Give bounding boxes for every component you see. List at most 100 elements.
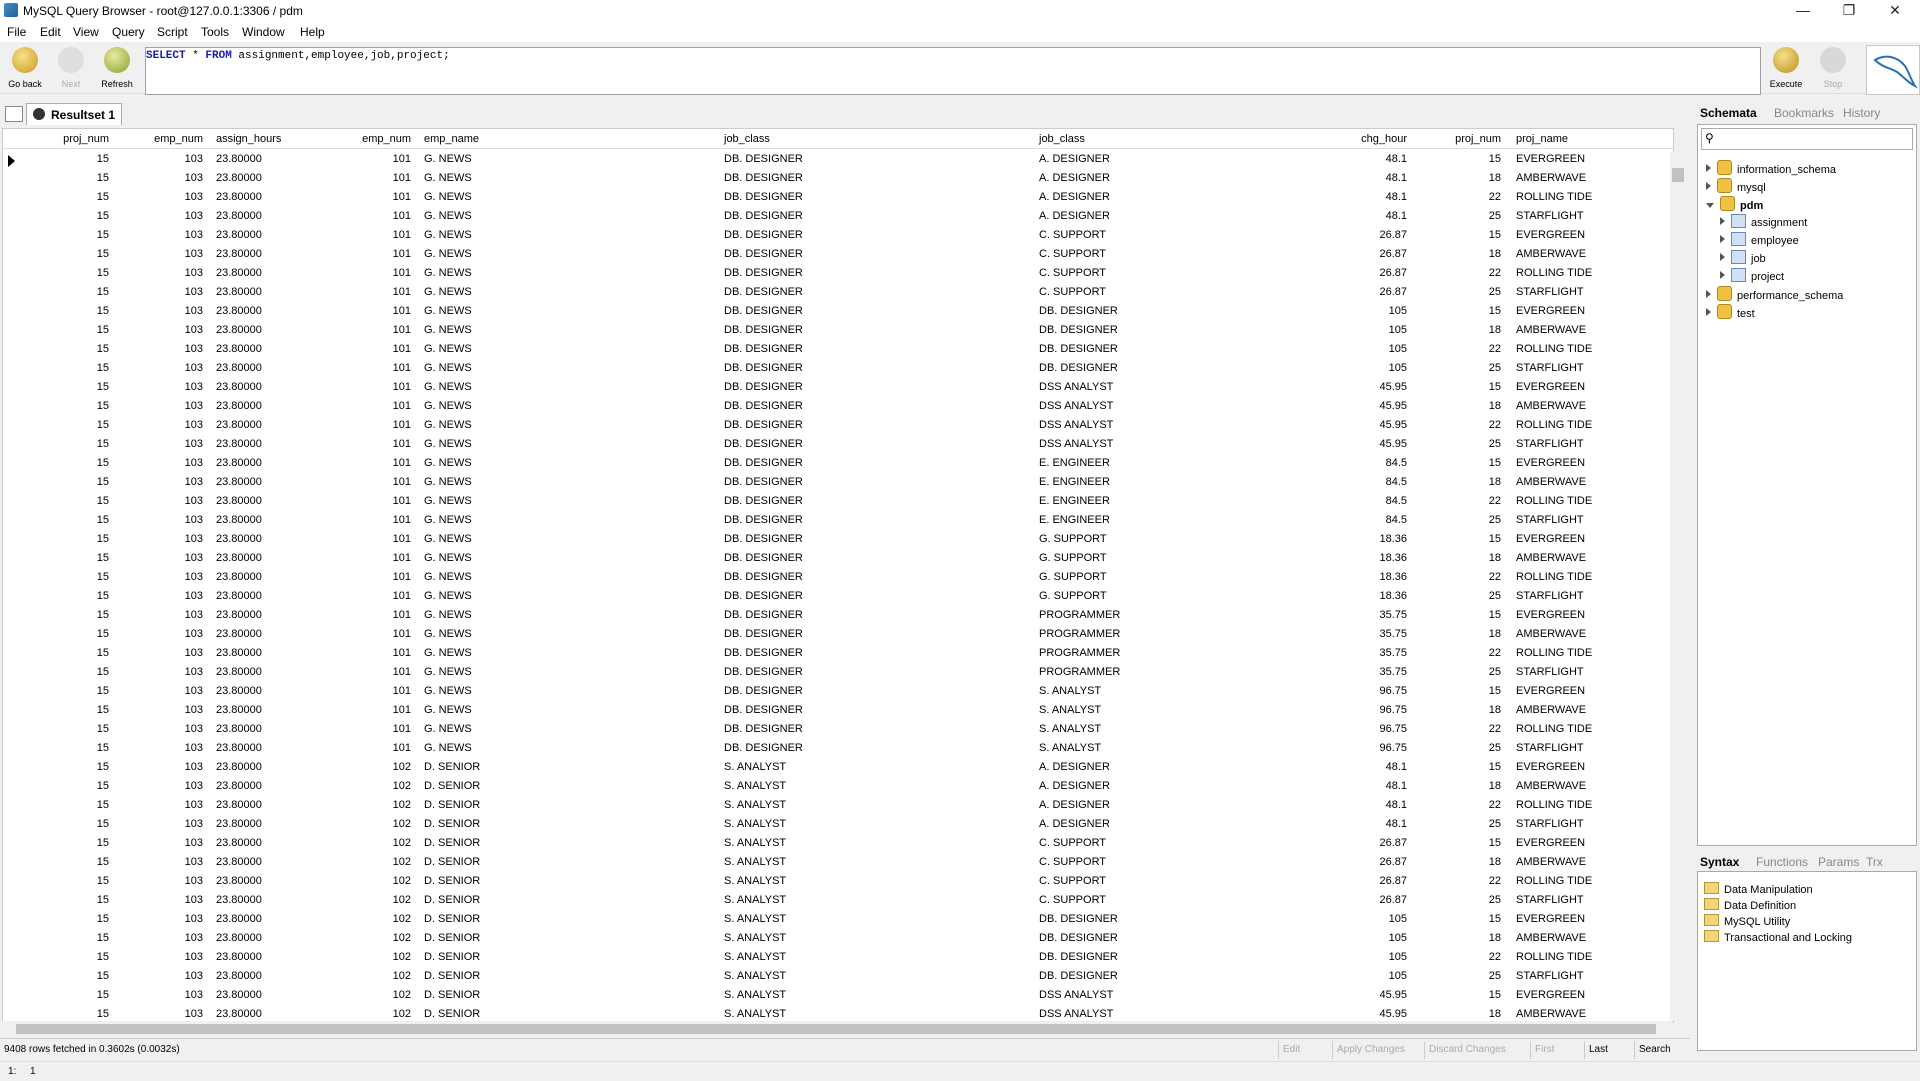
cell-proj-num-2[interactable]: 18 [1423, 1008, 1501, 1020]
cell-proj-name[interactable]: AMBERWAVE [1516, 324, 1586, 336]
cell-emp-num[interactable]: 103 [113, 856, 203, 868]
cell-assign-hours[interactable]: 23.80000 [216, 571, 262, 583]
cell-proj-num-2[interactable]: 18 [1423, 400, 1501, 412]
cell-proj-name[interactable]: EVERGREEN [1516, 685, 1585, 697]
cell-assign-hours[interactable]: 23.80000 [216, 362, 262, 374]
cell-job-class-2[interactable]: E. ENGINEER [1039, 457, 1110, 469]
cell-emp-name[interactable]: G. NEWS [424, 704, 472, 716]
cell-emp-name[interactable]: G. NEWS [424, 457, 472, 469]
cell-chg-hour[interactable]: 48.1 [1303, 818, 1407, 830]
cell-chg-hour[interactable]: 35.75 [1303, 609, 1407, 621]
cell-emp-name[interactable]: G. NEWS [424, 476, 472, 488]
cell-proj-num-2[interactable]: 22 [1423, 951, 1501, 963]
cell-proj-num[interactable]: 15 [15, 362, 109, 374]
cell-proj-name[interactable]: ROLLING TIDE [1516, 723, 1592, 735]
table-row[interactable]: 15 103 23.80000 101 G. NEWS DB. DESIGNER E. EN… [3, 492, 1673, 511]
new-tab-icon[interactable] [5, 106, 23, 122]
cell-emp-name[interactable]: G. NEWS [424, 552, 472, 564]
cell-assign-hours[interactable]: 23.80000 [216, 286, 262, 298]
cell-emp-name[interactable]: G. NEWS [424, 267, 472, 279]
cell-emp-name[interactable]: G. NEWS [424, 400, 472, 412]
cell-proj-num-2[interactable]: 15 [1423, 305, 1501, 317]
table-row[interactable]: 15 103 23.80000 101 G. NEWS DB. DESIGNER A. DE… [3, 150, 1673, 169]
cell-job-class-2[interactable]: C. SUPPORT [1039, 837, 1106, 849]
cell-assign-hours[interactable]: 23.80000 [216, 837, 262, 849]
cell-job-class-2[interactable]: C. SUPPORT [1039, 229, 1106, 241]
cell-emp-num-2[interactable]: 101 [323, 590, 411, 602]
cell-proj-name[interactable]: AMBERWAVE [1516, 172, 1586, 184]
table-row[interactable]: 15 103 23.80000 101 G. NEWS DB. DESIGNER DB. D… [3, 321, 1673, 340]
cell-proj-num[interactable]: 15 [15, 685, 109, 697]
cell-proj-num-2[interactable]: 22 [1423, 571, 1501, 583]
cell-emp-num-2[interactable]: 101 [323, 476, 411, 488]
table-row[interactable]: 15 103 23.80000 101 G. NEWS DB. DESIGNER DSS A… [3, 397, 1673, 416]
table-row[interactable]: 15 103 23.80000 101 G. NEWS DB. DESIGNER DSS A… [3, 435, 1673, 454]
cell-job-class[interactable]: DB. DESIGNER [724, 153, 803, 165]
cell-chg-hour[interactable]: 45.95 [1303, 438, 1407, 450]
cell-emp-name[interactable]: G. NEWS [424, 533, 472, 545]
cell-job-class[interactable]: DB. DESIGNER [724, 362, 803, 374]
cell-job-class-2[interactable]: C. SUPPORT [1039, 267, 1106, 279]
table-row[interactable]: 15 103 23.80000 101 G. NEWS DB. DESIGNER S. AN… [3, 701, 1673, 720]
cell-chg-hour[interactable]: 84.5 [1303, 514, 1407, 526]
cell-proj-num-2[interactable]: 22 [1423, 419, 1501, 431]
cell-job-class[interactable]: S. ANALYST [724, 875, 786, 887]
cell-proj-num[interactable]: 15 [15, 666, 109, 678]
cell-proj-num[interactable]: 15 [15, 248, 109, 260]
execute-button[interactable]: Execute [1761, 43, 1811, 93]
cell-proj-num-2[interactable]: 15 [1423, 153, 1501, 165]
table-row[interactable]: 15 103 23.80000 102 D. SENIOR S. ANALYST A. DE… [3, 796, 1673, 815]
close-button[interactable]: ✕ [1872, 0, 1918, 22]
cell-emp-num[interactable]: 103 [113, 438, 203, 450]
cell-emp-num-2[interactable]: 101 [323, 248, 411, 260]
cell-assign-hours[interactable]: 23.80000 [216, 761, 262, 773]
menu-script[interactable]: Script [157, 25, 188, 39]
cell-job-class[interactable]: DB. DESIGNER [724, 723, 803, 735]
cell-assign-hours[interactable]: 23.80000 [216, 685, 262, 697]
cell-job-class[interactable]: DB. DESIGNER [724, 438, 803, 450]
cell-job-class-2[interactable]: DSS ANALYST [1039, 400, 1113, 412]
cell-emp-num-2[interactable]: 101 [323, 628, 411, 640]
cell-emp-num-2[interactable]: 101 [323, 267, 411, 279]
cell-job-class-2[interactable]: DSS ANALYST [1039, 989, 1113, 1001]
cell-proj-num[interactable]: 15 [15, 932, 109, 944]
table-row[interactable]: 15 103 23.80000 101 G. NEWS DB. DESIGNER C. SU… [3, 245, 1673, 264]
tab-syntax[interactable]: Syntax [1700, 855, 1739, 869]
col-header-proj-num-2[interactable]: proj_num [1423, 133, 1501, 145]
cell-assign-hours[interactable]: 23.80000 [216, 400, 262, 412]
cell-emp-num-2[interactable]: 101 [323, 552, 411, 564]
cell-emp-name[interactable]: D. SENIOR [424, 989, 480, 1001]
cell-assign-hours[interactable]: 23.80000 [216, 913, 262, 925]
table-row[interactable]: 15 103 23.80000 102 D. SENIOR S. ANALYST A. DE… [3, 758, 1673, 777]
cell-emp-num-2[interactable]: 101 [323, 647, 411, 659]
cell-assign-hours[interactable]: 23.80000 [216, 666, 262, 678]
cell-emp-num-2[interactable]: 101 [323, 533, 411, 545]
cell-proj-num-2[interactable]: 18 [1423, 704, 1501, 716]
cell-job-class-2[interactable]: S. ANALYST [1039, 704, 1101, 716]
cell-proj-name[interactable]: STARFLIGHT [1516, 210, 1584, 222]
tab-history[interactable]: History [1843, 106, 1880, 120]
cell-proj-name[interactable]: EVERGREEN [1516, 457, 1585, 469]
cell-chg-hour[interactable]: 45.95 [1303, 1008, 1407, 1020]
cell-proj-num[interactable]: 15 [15, 742, 109, 754]
cell-chg-hour[interactable]: 105 [1303, 305, 1407, 317]
cell-emp-num[interactable]: 103 [113, 229, 203, 241]
cell-proj-num[interactable]: 15 [15, 343, 109, 355]
cell-proj-num-2[interactable]: 18 [1423, 856, 1501, 868]
cell-proj-num-2[interactable]: 18 [1423, 476, 1501, 488]
cell-proj-num[interactable]: 15 [15, 210, 109, 222]
cell-proj-name[interactable]: ROLLING TIDE [1516, 267, 1592, 279]
cell-emp-name[interactable]: G. NEWS [424, 305, 472, 317]
cell-emp-name[interactable]: D. SENIOR [424, 761, 480, 773]
cell-chg-hour[interactable]: 35.75 [1303, 647, 1407, 659]
cell-emp-num[interactable]: 103 [113, 666, 203, 678]
cell-assign-hours[interactable]: 23.80000 [216, 533, 262, 545]
cell-assign-hours[interactable]: 23.80000 [216, 609, 262, 621]
tab-params[interactable]: Params [1818, 855, 1859, 869]
cell-assign-hours[interactable]: 23.80000 [216, 191, 262, 203]
cell-proj-num[interactable]: 15 [15, 381, 109, 393]
cell-chg-hour[interactable]: 26.87 [1303, 856, 1407, 868]
cell-emp-num-2[interactable]: 101 [323, 438, 411, 450]
tab-schemata[interactable]: Schemata [1700, 106, 1757, 120]
cell-emp-num-2[interactable]: 101 [323, 324, 411, 336]
